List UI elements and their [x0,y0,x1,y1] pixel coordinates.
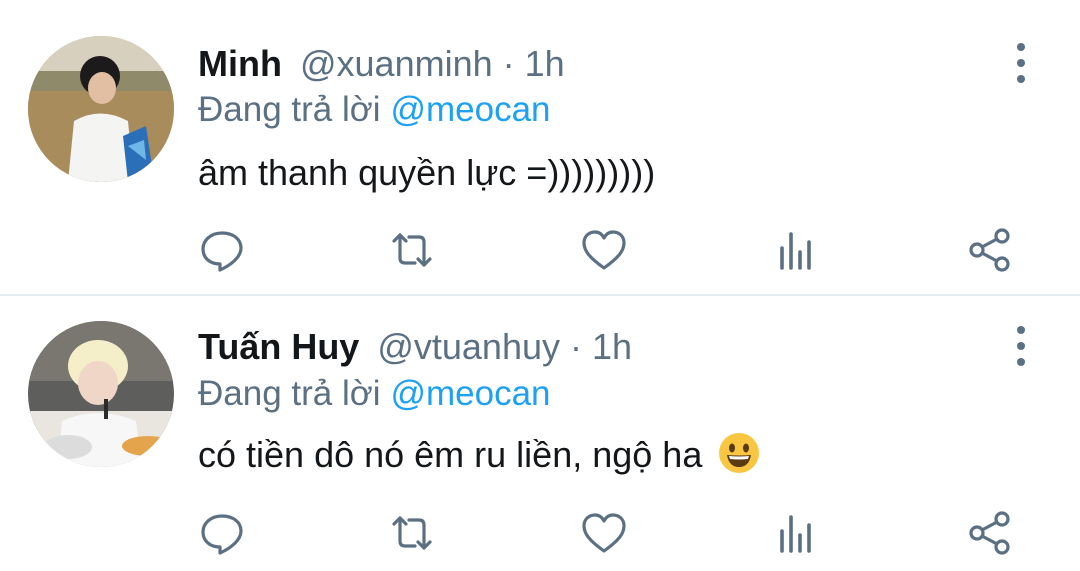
more-options-icon[interactable] [1008,326,1034,366]
replying-to-label: Đang trả lời [198,374,381,413]
replying-to-label: Đang trả lời [198,90,381,129]
tweet[interactable]: Minh @xuanminh · 1h Đang trả lời @meocan … [0,0,1080,294]
timestamp[interactable]: 1h [592,326,632,368]
user-handle[interactable]: @vtuanhuy [377,326,560,368]
display-name[interactable]: Tuấn Huy [198,326,359,368]
grinning-face-icon [718,432,760,474]
retweet-icon[interactable] [388,226,436,274]
tweet-text: âm thanh quyền lực =))))))))) [198,152,656,193]
tweet-header: Tuấn Huy @vtuanhuy · 1h [198,326,632,368]
analytics-icon[interactable] [772,226,820,274]
reply-icon[interactable] [198,509,246,557]
like-icon[interactable] [580,509,628,557]
share-icon[interactable] [966,226,1014,274]
retweet-icon[interactable] [388,509,436,557]
replying-to: Đang trả lời @meocan [198,90,551,130]
tweet-content: có tiền dô nó êm ru liền, ngộ ha [198,432,760,478]
more-options-icon[interactable] [1008,43,1034,83]
user-handle[interactable]: @xuanminh [300,43,493,85]
like-icon[interactable] [580,226,628,274]
reply-icon[interactable] [198,226,246,274]
separator: · [502,43,515,84]
avatar[interactable] [28,36,174,182]
tweet-text: có tiền dô nó êm ru liền, ngộ ha [198,434,703,475]
tweet[interactable]: Tuấn Huy @vtuanhuy · 1h Đang trả lời @meo… [0,296,1080,571]
avatar[interactable] [28,321,174,467]
display-name[interactable]: Minh [198,43,282,85]
reply-to-handle[interactable]: @meocan [390,90,550,129]
analytics-icon[interactable] [772,509,820,557]
tweet-actions [0,509,1080,559]
share-icon[interactable] [966,509,1014,557]
timestamp[interactable]: 1h [525,43,565,85]
reply-to-handle[interactable]: @meocan [390,374,550,413]
tweet-actions [0,226,1080,276]
replying-to: Đang trả lời @meocan [198,374,551,414]
separator: · [570,326,582,367]
tweet-header: Minh @xuanminh · 1h [198,43,565,85]
